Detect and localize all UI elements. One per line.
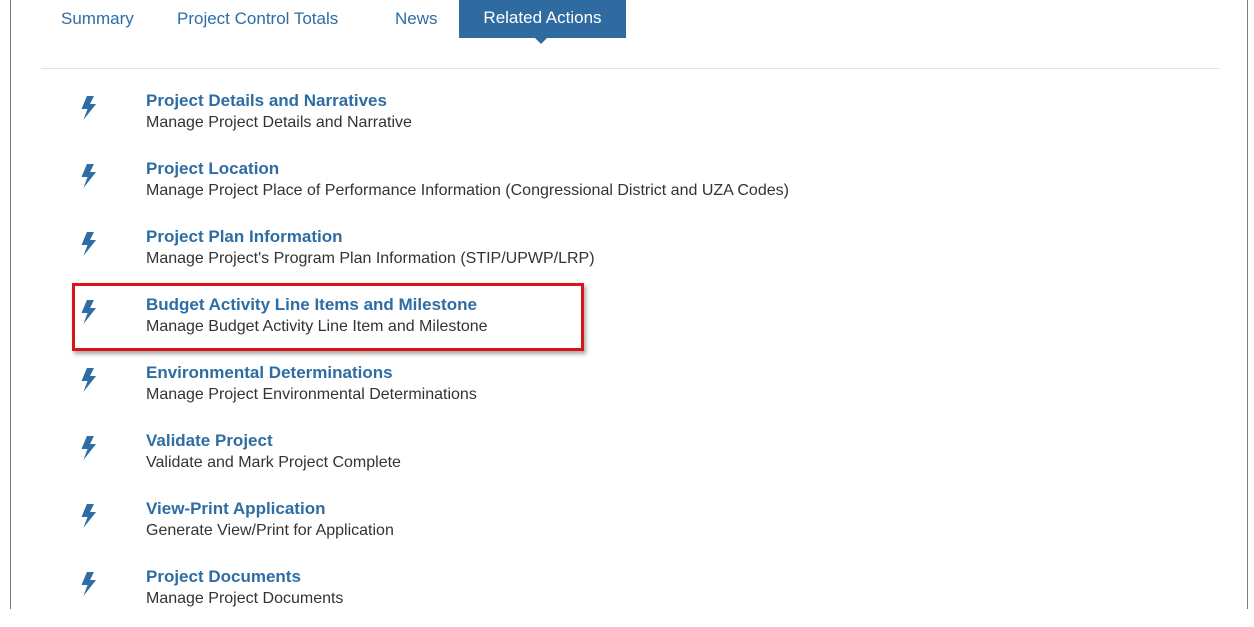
tab-project-control-totals[interactable]: Project Control Totals bbox=[177, 0, 338, 40]
action-item-view-print-application: View-Print Application Generate View/Pri… bbox=[0, 499, 1000, 559]
action-description: Manage Project Place of Performance Info… bbox=[146, 182, 789, 199]
action-link-project-location[interactable]: Project Location bbox=[146, 159, 279, 179]
action-item-project-plan: Project Plan Information Manage Project'… bbox=[0, 227, 1000, 287]
action-link-environmental-determinations[interactable]: Environmental Determinations bbox=[146, 363, 393, 383]
frame-border-right bbox=[1247, 0, 1248, 609]
action-link-validate-project[interactable]: Validate Project bbox=[146, 431, 273, 451]
tab-divider bbox=[41, 68, 1220, 69]
lightning-bolt-icon bbox=[80, 163, 100, 189]
action-description: Manage Project's Program Plan Informatio… bbox=[146, 250, 595, 267]
lightning-bolt-icon bbox=[80, 571, 100, 597]
action-description: Manage Project Details and Narrative bbox=[146, 114, 412, 131]
action-item-validate-project: Validate Project Validate and Mark Proje… bbox=[0, 431, 1000, 491]
lightning-bolt-icon bbox=[80, 503, 100, 529]
action-item-project-details: Project Details and Narratives Manage Pr… bbox=[0, 91, 1000, 151]
action-description: Validate and Mark Project Complete bbox=[146, 454, 401, 471]
tab-summary[interactable]: Summary bbox=[61, 0, 134, 40]
highlight-annotation-box bbox=[72, 283, 584, 351]
lightning-bolt-icon bbox=[80, 95, 100, 121]
lightning-bolt-icon bbox=[80, 367, 100, 393]
action-link-project-plan[interactable]: Project Plan Information bbox=[146, 227, 342, 247]
tab-bar: Summary Project Control Totals News Rela… bbox=[0, 0, 1254, 44]
action-description: Manage Project Documents bbox=[146, 590, 344, 607]
action-link-view-print-application[interactable]: View-Print Application bbox=[146, 499, 325, 519]
action-item-environmental-determinations: Environmental Determinations Manage Proj… bbox=[0, 363, 1000, 423]
tab-news[interactable]: News bbox=[395, 0, 438, 40]
lightning-bolt-icon bbox=[80, 435, 100, 461]
active-tab-pointer bbox=[535, 38, 547, 44]
tab-related-actions[interactable]: Related Actions bbox=[459, 0, 626, 38]
action-link-project-details[interactable]: Project Details and Narratives bbox=[146, 91, 387, 111]
action-description: Generate View/Print for Application bbox=[146, 522, 394, 539]
lightning-bolt-icon bbox=[80, 231, 100, 257]
action-item-project-location: Project Location Manage Project Place of… bbox=[0, 159, 1000, 219]
action-description: Manage Project Environmental Determinati… bbox=[146, 386, 477, 403]
action-item-project-documents: Project Documents Manage Project Documen… bbox=[0, 567, 1000, 627]
action-link-project-documents[interactable]: Project Documents bbox=[146, 567, 301, 587]
